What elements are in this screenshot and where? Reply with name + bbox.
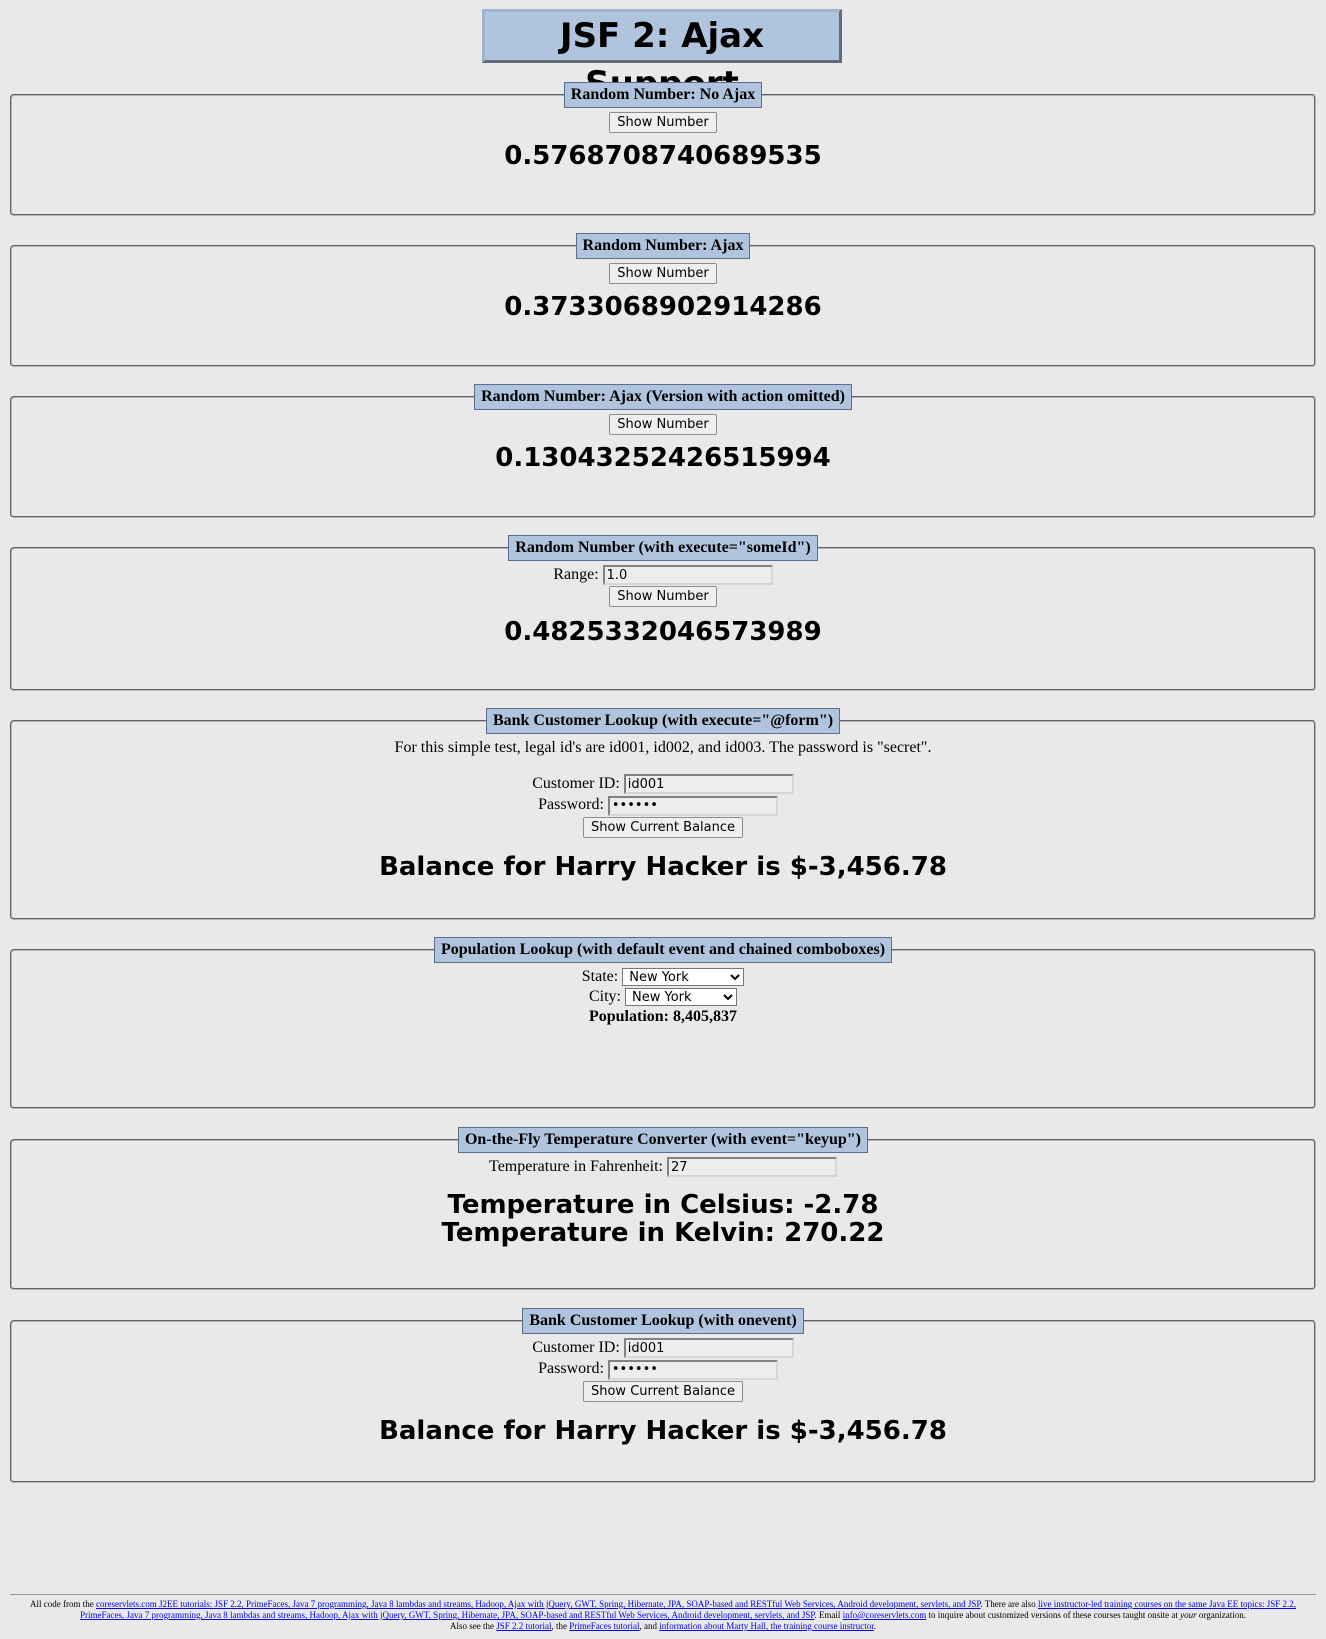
password-input[interactable] [607, 795, 778, 816]
show-number-button[interactable]: Show Number [609, 414, 717, 435]
customer-id-label: Customer ID: [532, 1339, 620, 1356]
range-input[interactable] [602, 565, 773, 586]
population-lookup-panel: Population Lookup (with default event an… [10, 937, 1316, 1109]
state-select[interactable]: New York [622, 968, 745, 987]
customer-id-label: Customer ID: [532, 775, 620, 792]
celsius-result: Temperature in Celsius: -2.78 [447, 1190, 879, 1221]
show-number-button[interactable]: Show Number [609, 586, 717, 608]
page-footer: All code from the coreservlets.com J2EE … [10, 1594, 1316, 1632]
fahrenheit-label: Temperature in Fahrenheit: [489, 1158, 663, 1175]
footer-text: , the [551, 1621, 570, 1631]
show-balance-button[interactable]: Show Current Balance [582, 816, 743, 838]
email-link[interactable]: info@coreservlets.com [843, 1610, 927, 1620]
footer-text: Also see the [450, 1621, 497, 1631]
random-number-execute-panel: Random Number (with execute="someId") Ra… [10, 535, 1316, 691]
panel-legend: Bank Customer Lookup (with execute="@for… [485, 708, 841, 734]
balance-result: Balance for Harry Hacker is $-3,456.78 [379, 851, 947, 882]
random-number-result: 0.4825332046573989 [504, 617, 822, 648]
city-label: City: [588, 988, 621, 1005]
range-label: Range: [553, 566, 599, 583]
panel-legend: Bank Customer Lookup (with onevent) [522, 1308, 804, 1334]
random-number-ajax-panel: Random Number: Ajax Show Number 0.373306… [10, 233, 1316, 367]
panel-legend: Random Number: No Ajax [563, 82, 763, 108]
balance-result: Balance for Harry Hacker is $-3,456.78 [379, 1415, 947, 1446]
bank-lookup-form-panel: Bank Customer Lookup (with execute="@for… [10, 708, 1316, 920]
kelvin-result: Temperature in Kelvin: 270.22 [441, 1218, 885, 1249]
random-number-ajax-no-action-panel: Random Number: Ajax (Version with action… [10, 384, 1316, 518]
jsf-tutorial-link[interactable]: JSF 2.2 tutorial [496, 1621, 551, 1631]
footer-text: . Email [814, 1610, 843, 1620]
random-number-result: 0.13043252426515994 [495, 443, 831, 473]
random-number-result: 0.5768708740689535 [504, 141, 822, 171]
fahrenheit-input[interactable] [666, 1157, 837, 1178]
panel-legend: Population Lookup (with default event an… [433, 937, 893, 963]
footer-text: , and [639, 1621, 660, 1631]
footer-emphasis: your [1180, 1610, 1197, 1620]
panel-legend: Random Number (with execute="someId") [508, 535, 818, 561]
temperature-converter-panel: On-the-Fly Temperature Converter (with e… [10, 1127, 1316, 1290]
instructor-info-link[interactable]: information about Marty Hall, the traini… [659, 1621, 873, 1631]
random-number-no-ajax-panel: Random Number: No Ajax Show Number 0.576… [10, 82, 1316, 216]
city-select[interactable]: New York [625, 988, 737, 1007]
show-number-button[interactable]: Show Number [609, 263, 717, 284]
footer-text: to inquire about customized versions of … [926, 1610, 1181, 1620]
password-label: Password: [538, 1360, 604, 1378]
show-balance-button[interactable]: Show Current Balance [582, 1380, 743, 1402]
primefaces-tutorial-link[interactable]: PrimeFaces tutorial [569, 1621, 639, 1631]
panel-legend: Random Number: Ajax (Version with action… [474, 384, 852, 410]
random-number-result: 0.3733068902914286 [504, 292, 822, 322]
footer-text: All code from the [30, 1599, 96, 1609]
show-number-button[interactable]: Show Number [609, 112, 717, 133]
state-label: State: [581, 968, 619, 985]
customer-id-input[interactable] [623, 774, 794, 795]
footer-text: . [873, 1621, 876, 1631]
password-label: Password: [538, 796, 604, 814]
customer-id-input[interactable] [623, 1338, 794, 1359]
tutorials-link[interactable]: coreservlets.com J2EE tutorials: JSF 2.2… [96, 1599, 980, 1609]
lookup-note: For this simple test, legal id's are id0… [394, 739, 932, 756]
page-title: JSF 2: Ajax Support [482, 9, 842, 104]
footer-text: organization. [1196, 1610, 1246, 1620]
population-result: Population: 8,405,837 [588, 1008, 737, 1025]
password-input[interactable] [607, 1359, 778, 1380]
panel-legend: On-the-Fly Temperature Converter (with e… [457, 1127, 869, 1153]
bank-lookup-onevent-panel: Bank Customer Lookup (with onevent) Cust… [10, 1308, 1316, 1483]
footer-text: . There are also [980, 1599, 1038, 1609]
panel-legend: Random Number: Ajax [575, 233, 751, 259]
